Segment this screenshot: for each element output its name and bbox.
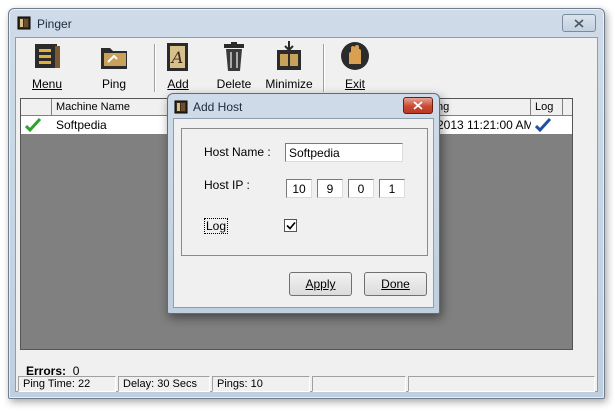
stop-hand-icon (341, 42, 369, 70)
ip-octet-1-input[interactable]: 10 (286, 179, 312, 198)
trash-icon (224, 42, 244, 71)
close-icon (413, 101, 423, 110)
delete-label: Delete (216, 77, 252, 91)
add-document-icon: A (167, 43, 188, 71)
log-checkbox[interactable] (284, 219, 297, 232)
host-name-input[interactable]: Softpedia (285, 143, 403, 162)
apply-button[interactable]: Apply (289, 272, 352, 296)
exit-button[interactable]: Exit (338, 40, 372, 96)
toolbar: Menu Ping A Add Delete Minimize Exit (16, 38, 597, 98)
status-delay: Delay: 30 Secs (118, 376, 210, 392)
ping-time-cell: 2013 11:21:00 AM (437, 118, 531, 132)
status-empty (408, 376, 595, 392)
machine-name-cell: Softpedia (56, 118, 107, 132)
log-label[interactable]: Log (204, 218, 229, 234)
status-empty (312, 376, 406, 392)
minimize-box-icon (277, 41, 301, 70)
ping-label: Ping (101, 77, 127, 91)
window-close-button[interactable] (562, 14, 596, 32)
ip-octet-2-input[interactable]: 9 (317, 179, 343, 198)
add-button[interactable]: A Add (161, 40, 195, 96)
log-cell (531, 116, 563, 134)
host-details-group: Host Name : Softpedia Host IP : 10 9 0 1… (181, 128, 428, 256)
status-cell (21, 116, 52, 134)
column-ping[interactable]: ng (433, 99, 531, 116)
folder-icon (101, 48, 127, 69)
ip-octet-4-input[interactable]: 1 (379, 179, 405, 198)
status-bar: Ping Time: 22 Delay: 30 Secs Pings: 10 (18, 376, 595, 392)
host-name-label: Host Name : (204, 145, 271, 159)
menu-label: Menu (31, 77, 63, 91)
minimize-button[interactable]: Minimize (262, 40, 316, 96)
close-icon (574, 18, 584, 28)
exit-label: Exit (344, 77, 365, 91)
menu-icon (35, 44, 60, 68)
blue-check-icon (534, 117, 552, 133)
dialog-title: Add Host (193, 100, 243, 114)
add-host-dialog: Add Host Host Name : Softpedia Host IP :… (167, 93, 440, 314)
svg-text:A: A (170, 48, 184, 67)
toolbar-separator (323, 44, 325, 92)
column-machine-name[interactable]: Machine Name (52, 99, 180, 116)
dialog-client-area: Host Name : Softpedia Host IP : 10 9 0 1… (173, 118, 434, 308)
minimize-label: Minimize (265, 77, 313, 91)
toolbar-separator (154, 44, 156, 92)
title-bar[interactable]: Pinger (9, 9, 604, 35)
host-ip-label: Host IP : (204, 178, 250, 192)
green-check-icon (24, 117, 42, 133)
checkmark-icon (285, 221, 296, 230)
app-icon (174, 100, 188, 114)
status-pings: Pings: 10 (212, 376, 310, 392)
column-log[interactable]: Log (531, 99, 563, 116)
app-icon (17, 16, 31, 30)
dialog-close-button[interactable] (403, 97, 433, 114)
ip-octet-3-input[interactable]: 0 (348, 179, 374, 198)
add-label: Add (167, 77, 189, 91)
window-title: Pinger (37, 17, 72, 31)
delete-button[interactable]: Delete (213, 40, 255, 96)
column-status[interactable] (21, 99, 52, 116)
ping-button[interactable]: Ping (94, 40, 134, 96)
status-ping-time: Ping Time: 22 (18, 376, 116, 392)
menu-button[interactable]: Menu (30, 40, 64, 96)
done-button[interactable]: Done (364, 272, 427, 296)
